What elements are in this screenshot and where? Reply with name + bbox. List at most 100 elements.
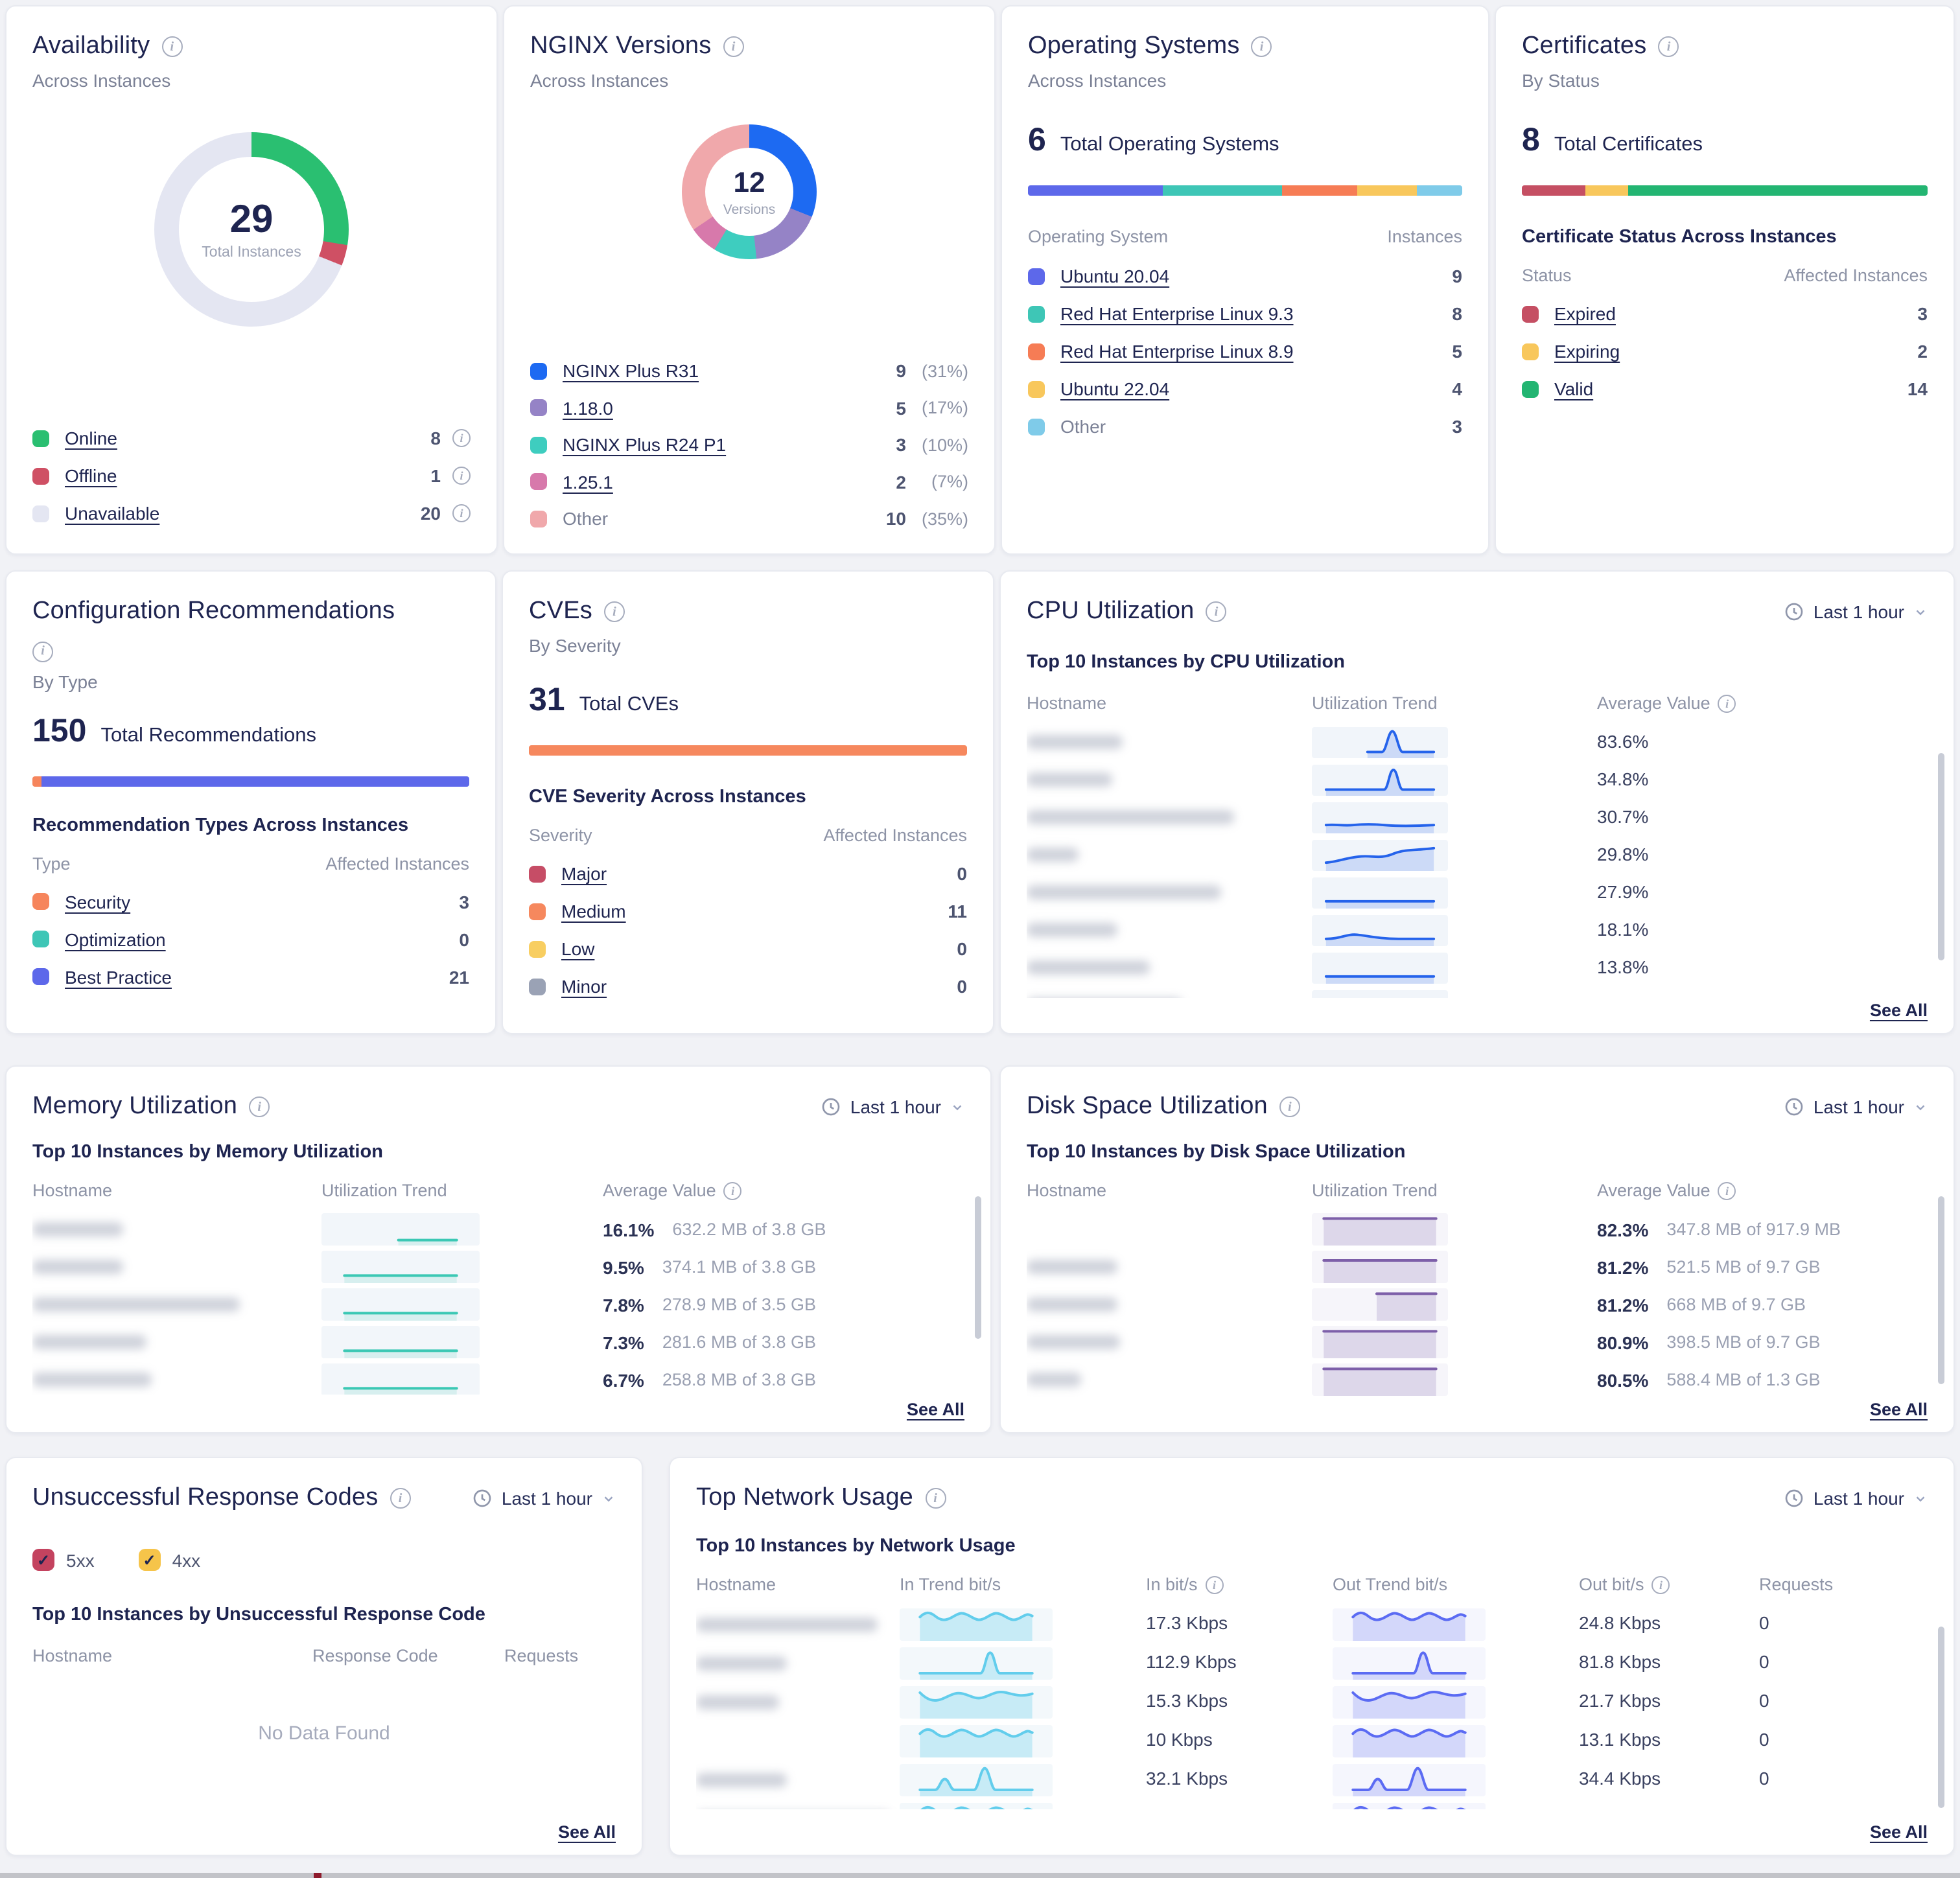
info-icon[interactable]: i [1718, 694, 1736, 712]
info-icon[interactable]: i [1252, 36, 1272, 57]
trend-sparkline [1312, 839, 1448, 870]
cert-section-title: Certificate Status Across Instances [1522, 227, 1928, 248]
legend-row: Medium11 [529, 899, 967, 923]
info-icon[interactable]: i [1206, 601, 1227, 622]
time-range-dropdown[interactable]: Last 1 hour [1784, 1488, 1928, 1509]
legend-label-link[interactable]: 1.18.0 [563, 397, 613, 418]
legend-row: Red Hat Enterprise Linux 8.95 [1028, 340, 1462, 363]
horizontal-scrollbar[interactable] [0, 1873, 1960, 1878]
hostname-redacted [1027, 810, 1234, 824]
legend-label-link[interactable]: Red Hat Enterprise Linux 8.9 [1060, 341, 1294, 362]
info-icon[interactable]: i [604, 601, 625, 622]
legend-label-link[interactable]: Offline [65, 465, 117, 486]
info-icon[interactable]: i [1279, 1096, 1300, 1117]
disk-section-title: Top 10 Instances by Disk Space Utilizati… [1027, 1142, 1928, 1163]
checkbox-label: 5xx [66, 1549, 95, 1570]
scrollbar[interactable] [975, 1196, 981, 1339]
legend-label-link[interactable]: Valid [1554, 378, 1593, 399]
scrollbar[interactable] [1938, 1196, 1944, 1384]
info-icon[interactable]: i [724, 1181, 742, 1200]
legend-label-link[interactable]: NGINX Plus R24 P1 [563, 434, 726, 455]
scrollbar[interactable] [1938, 753, 1944, 960]
legend-label-link[interactable]: Best Practice [65, 966, 172, 987]
card-nginx-versions: NGINX Versions i Across Instances 12 Ver… [503, 5, 996, 555]
legend-swatch [1522, 343, 1539, 360]
legend-label-link[interactable]: Medium [561, 901, 626, 922]
see-all-link[interactable]: See All [1870, 1001, 1928, 1020]
info-icon[interactable]: i [925, 1488, 946, 1509]
legend-label-link[interactable]: Expiring [1554, 341, 1620, 362]
info-icon[interactable]: i [452, 467, 471, 485]
avg-detail: 278.9 MB of 3.5 GB [662, 1295, 816, 1314]
info-icon[interactable]: i [390, 1488, 410, 1509]
legend-swatch [529, 940, 546, 957]
hostname-redacted [32, 1222, 123, 1236]
col-header-response-code: Response Code [312, 1646, 504, 1665]
see-all-link[interactable]: See All [1870, 1400, 1928, 1419]
time-range-dropdown[interactable]: Last 1 hour [472, 1488, 616, 1509]
requests-value: 0 [1759, 1651, 1769, 1672]
legend-label-link[interactable]: Expired [1554, 303, 1616, 324]
hostname-redacted [1027, 1260, 1117, 1274]
time-range-dropdown[interactable]: Last 1 hour [1784, 601, 1928, 622]
checkbox-4xx[interactable]: ✓ [139, 1549, 161, 1571]
info-icon[interactable]: i [452, 504, 471, 522]
card-title: Memory Utilization [32, 1093, 237, 1121]
cpu-table: 83.6%34.8%30.7%29.8%27.9%18.1%13.8% [1027, 723, 1928, 998]
info-icon[interactable]: i [1718, 1181, 1736, 1200]
trend-sparkline [321, 1213, 480, 1246]
requests-value: 0 [1759, 1612, 1769, 1633]
hostname-redacted [32, 1297, 240, 1312]
info-icon[interactable]: i [1658, 36, 1679, 57]
legend-row: Security3 [32, 890, 469, 913]
legend-label-link[interactable]: Unavailable [65, 503, 159, 524]
nginx-versions-legend: NGINX Plus R319(31%)1.18.05(17%)NGINX Pl… [530, 359, 968, 530]
card-response-codes: Unsuccessful Response Codes i Last 1 hou… [5, 1457, 643, 1856]
card-subtitle: Across Instances [1028, 70, 1462, 91]
legend-percent: (10%) [906, 435, 968, 454]
cpu-row: 27.9% [1027, 874, 1928, 911]
legend-swatch [32, 467, 49, 484]
legend-label-link[interactable]: Security [65, 891, 130, 912]
see-all-link[interactable]: See All [558, 1822, 616, 1842]
info-icon[interactable]: i [1652, 1575, 1670, 1594]
time-range-dropdown[interactable]: Last 1 hour [1784, 1096, 1928, 1117]
checkbox-5xx[interactable]: ✓ [32, 1549, 54, 1571]
legend-label-link[interactable]: Red Hat Enterprise Linux 9.3 [1060, 303, 1294, 324]
card-config-recommendations: Configuration Recommendations i By Type … [5, 570, 496, 1034]
legend-label-link[interactable]: Minor [561, 976, 607, 997]
legend-label-link[interactable]: NGINX Plus R31 [563, 360, 699, 381]
legend-label-link[interactable]: Ubuntu 22.04 [1060, 378, 1169, 399]
card-title: Configuration Recommendations [32, 597, 469, 626]
info-icon[interactable]: i [249, 1096, 270, 1117]
legend-label-link[interactable]: Ubuntu 20.04 [1060, 266, 1169, 286]
memory-table: 16.1%632.2 MB of 3.8 GB9.5%374.1 MB of 3… [32, 1211, 964, 1395]
hostname-redacted [1027, 1373, 1081, 1387]
legend-swatch [530, 399, 547, 416]
avg-detail: 632.2 MB of 3.8 GB [672, 1220, 826, 1239]
legend-row: Minor0 [529, 975, 967, 998]
requests-value: 0 [1759, 1807, 1769, 1809]
info-icon[interactable]: i [452, 429, 471, 447]
info-icon[interactable]: i [161, 36, 182, 57]
legend-swatch [1028, 380, 1045, 397]
time-range-dropdown[interactable]: Last 1 hour [821, 1096, 964, 1117]
legend-label-link[interactable]: 1.25.1 [563, 471, 613, 492]
avg-percent: 6.7% [603, 1369, 644, 1390]
legend-label-link[interactable]: Low [561, 938, 594, 959]
bar-segment [1163, 185, 1283, 196]
scrollbar[interactable] [1938, 1627, 1944, 1808]
legend-label-link[interactable]: Major [561, 863, 607, 884]
legend-count: 3 [1917, 303, 1928, 324]
hostname-redacted [1027, 885, 1221, 899]
info-icon[interactable]: i [32, 641, 53, 662]
legend-label-link[interactable]: Online [65, 428, 117, 448]
memory-row: 6.7%258.8 MB of 3.8 GB [32, 1361, 964, 1395]
info-icon[interactable]: i [723, 36, 743, 57]
see-all-link[interactable]: See All [907, 1400, 964, 1419]
card-title: Top Network Usage [696, 1484, 913, 1513]
availability-legend: Online8iOffline1iUnavailable20i [32, 426, 471, 525]
info-icon[interactable]: i [1206, 1575, 1224, 1594]
legend-label-link[interactable]: Optimization [65, 929, 166, 949]
see-all-link[interactable]: See All [1870, 1822, 1928, 1842]
